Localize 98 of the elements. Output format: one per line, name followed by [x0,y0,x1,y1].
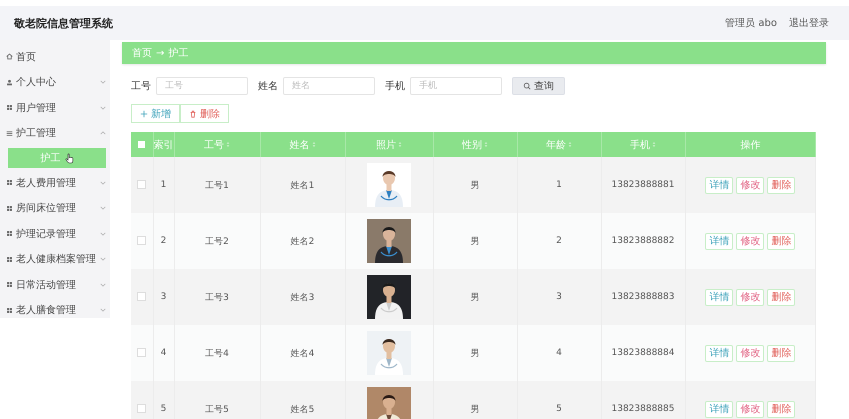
search-icon [523,82,531,90]
hand-cursor-icon [64,152,74,164]
menu-item[interactable]: 用户管理 [0,95,110,120]
details-button[interactable]: 详情 [705,400,734,418]
details-button[interactable]: 详情 [705,176,734,194]
table-cell: 工号2 [205,236,229,246]
table-cell: 4 [160,348,166,358]
chevron-icon [100,206,106,210]
table-cell: 2 [556,236,562,246]
breadcrumb-item: 护工 [168,46,188,60]
menu-item[interactable]: 护理记录管理 [0,221,110,246]
row-checkbox[interactable] [137,236,146,246]
chevron-icon [100,308,106,312]
add-button[interactable]: 新增 [131,104,180,123]
table-cell: 姓名2 [290,236,314,246]
details-button[interactable]: 详情 [705,288,734,306]
logout-link[interactable]: 退出登录 [789,16,829,30]
menu-item[interactable]: 老人费用管理 [0,170,110,196]
breadcrumb-separator: → [156,48,164,58]
sort-icon[interactable] [652,141,656,148]
search-button[interactable]: 查询 [512,77,565,95]
table-cell: 男 [470,292,480,302]
table-cell: 姓名3 [290,292,314,302]
table-cell: 13823888884 [612,348,674,358]
menu-item[interactable]: 日常活动管理 [0,272,110,298]
trash-icon [189,110,197,118]
delete-button[interactable]: 删除 [767,288,796,306]
edit-button[interactable]: 修改 [736,232,764,250]
search-field[interactable]: 姓名 [283,77,375,95]
plus-icon [140,110,148,118]
table-cell: 5 [160,404,166,414]
chevron-icon [100,80,106,84]
table-cell: 男 [470,180,480,190]
delete-button[interactable]: 删除 [767,400,796,418]
field-label: 姓名 [258,80,278,93]
delete-button[interactable]: 删除 [767,344,796,362]
sort-icon[interactable] [226,141,230,148]
table-cell: 工号4 [205,348,229,358]
table-cell: 1 [160,180,166,190]
menu-item[interactable]: 老人健康档案管理 [0,246,110,272]
chevron-icon [100,180,106,185]
table-cell: 工号3 [205,292,229,302]
sort-icon[interactable] [568,141,572,148]
field-label: 手机 [385,80,405,93]
table-cell: 1 [556,180,562,190]
table-cell: 4 [556,348,562,358]
edit-button[interactable]: 修改 [736,176,764,194]
menu-item[interactable]: 首页 [0,44,110,70]
edit-button[interactable]: 修改 [736,344,764,362]
table-cell: 5 [556,404,562,414]
edit-button[interactable]: 修改 [736,288,764,306]
table-cell: 13823888881 [612,180,674,190]
details-button[interactable]: 详情 [705,344,734,362]
chevron-icon [100,232,106,236]
table-cell: 男 [470,404,480,414]
table-cell: 姓名4 [290,348,314,358]
app-title: 敬老院信息管理系统 [14,16,113,30]
column-header: 索引 [154,138,174,152]
table-cell: 3 [160,292,166,302]
delete-button[interactable]: 删除 [180,104,229,123]
column-header: 操作 [740,138,760,152]
select-all-checkbox[interactable] [138,140,146,148]
user-label: 管理员 abo [725,17,777,30]
home-icon [6,53,13,60]
table-cell: 男 [470,236,480,246]
menu-item[interactable]: 个人中心 [0,70,110,95]
menu-item[interactable]: 房间床位管理 [0,196,110,221]
row-checkbox[interactable] [137,404,146,414]
chevron-icon [100,106,106,110]
chevron-icon [100,282,106,287]
table-cell: 姓名5 [290,404,314,414]
edit-button[interactable]: 修改 [736,400,764,418]
table-cell: 13823888885 [612,404,674,414]
menu-item[interactable]: 护工管理 [0,120,110,146]
table-cell: 工号5 [205,404,229,414]
sort-icon[interactable] [398,141,402,148]
table-cell: 3 [556,292,562,302]
sort-icon[interactable] [484,141,488,148]
field-label: 工号 [131,80,151,93]
delete-button[interactable]: 删除 [767,176,796,194]
menu-item[interactable]: 老人膳食管理 [0,298,110,323]
chevron-icon [100,257,106,262]
table-cell: 姓名1 [290,180,314,190]
chevron-icon [100,131,106,136]
row-checkbox[interactable] [137,180,146,190]
details-button[interactable]: 详情 [705,232,734,250]
table-cell: 男 [470,348,480,358]
table-cell: 13823888883 [612,292,674,302]
search-field[interactable]: 手机 [410,77,502,95]
delete-button[interactable]: 删除 [767,232,796,250]
person-icon [6,78,13,86]
row-checkbox[interactable] [137,348,146,358]
row-checkbox[interactable] [137,292,146,302]
table-cell: 13823888882 [612,236,674,246]
table-cell: 工号1 [205,180,229,190]
table-cell: 2 [160,236,166,246]
sort-icon[interactable] [312,141,316,148]
search-field[interactable]: 工号 [156,77,248,95]
